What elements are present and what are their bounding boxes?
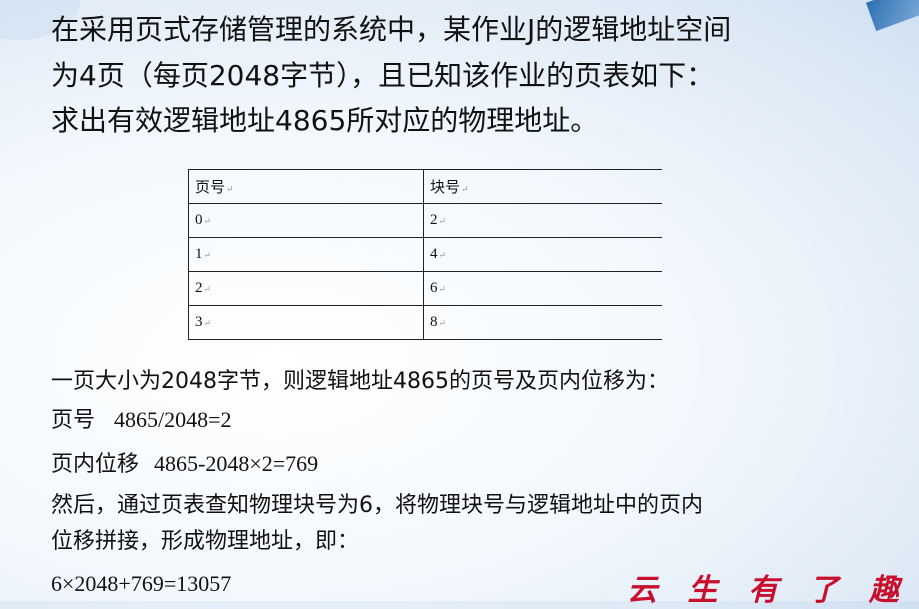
cell-mark: ↵ [203,216,212,226]
slide: 在采用页式存储管理的系统中，某作业J的逻辑地址空间 为4页（每页2048字节），… [0,0,919,608]
question-line-1: 在采用页式存储管理的系统中，某作业J的逻辑地址空间 [51,13,732,46]
solution-line-1: 一页大小为2048字节，则逻辑地址4865的页号及页内位移为： [51,369,669,394]
cell-mark: ↵ [203,250,212,260]
cell-mark: ↵ [461,184,469,194]
offset-label: 页内位移 [51,452,140,477]
block-cell: 4↵ [423,237,662,272]
table-row: 1↵ 4↵ [188,237,662,272]
block-value: 2 [430,212,438,228]
page-cell: 2↵ [188,271,424,306]
cell-mark: ↵ [203,318,212,328]
page-cell: 0↵ [188,203,424,238]
solution-result: 6×2048+769=13057 [51,571,232,596]
question-line-2: 为4页（每页2048字节），且已知该作业的页表如下： [51,59,715,92]
block-cell: 2↵ [423,203,662,238]
page-cell: 1↵ [188,237,424,272]
page-value: 2 [195,280,203,296]
table-row: 3↵ 8↵ [188,305,662,340]
block-cell: 8↵ [423,305,662,340]
offset-calc: 4865-2048×2=769 [154,451,319,476]
block-cell: 6↵ [423,271,662,306]
page-number-calc: 4865/2048=2 [114,407,232,432]
table-header-block: 块号↵ [423,169,662,204]
cell-mark: ↵ [438,250,447,260]
solution-line-5: 位移拼接，形成物理地址，即： [51,529,360,554]
header-block-text: 块号 [430,180,461,196]
solution-offset-line: 页内位移 4865-2048×2=769 [51,449,318,480]
cell-mark: ↵ [438,284,447,294]
header-page-text: 页号 [195,180,226,196]
question-line-3: 求出有效逻辑地址4865所对应的物理地址。 [51,104,599,137]
page-value: 1 [195,246,203,262]
page-value: 0 [195,212,203,228]
block-value: 8 [430,314,438,330]
block-value: 4 [430,246,438,262]
page-value: 3 [195,314,203,330]
table-header-page: 页号↵ [188,169,424,204]
page-table: 页号↵ 块号↵ 0↵ 2↵ 1↵ 4↵ 2↵ 6↵ 3↵ 8↵ [188,169,662,340]
page-number-label: 页号 [51,408,96,433]
solution-line-4: 然后，通过页表查知物理块号为6，将物理块号与逻辑地址中的页内 [51,493,703,518]
cell-mark: ↵ [203,284,212,294]
table-row: 0↵ 2↵ [188,203,662,238]
watermark-stamp: 云 生 有 了 趣 [627,573,909,608]
cell-mark: ↵ [438,318,447,328]
table-header-row: 页号↵ 块号↵ [188,169,662,204]
block-value: 6 [430,280,438,296]
page-cell: 3↵ [188,305,424,340]
cell-mark: ↵ [438,216,447,226]
solution-page-line: 页号 4865/2048=2 [51,405,232,436]
cell-mark: ↵ [226,184,234,194]
table-row: 2↵ 6↵ [188,271,662,306]
